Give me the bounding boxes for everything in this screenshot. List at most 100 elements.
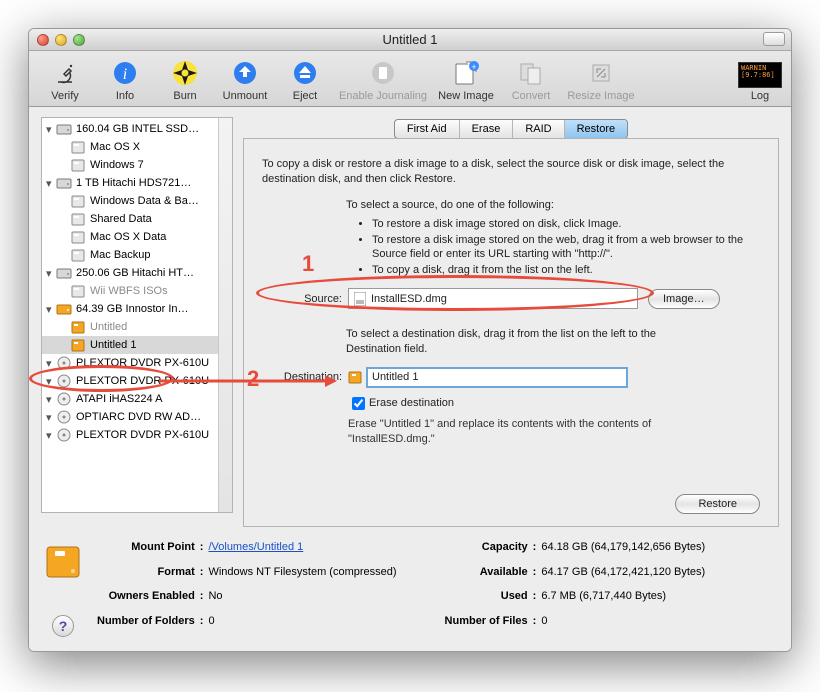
sidebar-item[interactable]: Mac OS X Data xyxy=(42,228,232,246)
sidebar-item[interactable]: ▾1 TB Hitachi HDS721… xyxy=(42,174,232,192)
sidebar-item[interactable]: Untitled 1 xyxy=(42,336,232,354)
vol-icon xyxy=(70,248,86,262)
optical-icon xyxy=(56,392,72,406)
destination-label: Destination: xyxy=(262,371,342,383)
sidebar-item[interactable]: ▾160.04 GB INTEL SSD… xyxy=(42,120,232,138)
convert-icon xyxy=(516,58,546,88)
new-image-button[interactable]: + New Image xyxy=(433,50,499,102)
dmg-icon xyxy=(353,292,367,306)
mount-point-link[interactable]: /Volumes/Untitled 1 xyxy=(208,541,303,553)
vol-icon xyxy=(70,212,86,226)
sidebar-item-label: 64.39 GB Innostor In… xyxy=(76,303,189,315)
toolbar-toggle-button[interactable] xyxy=(763,32,785,46)
sidebar-item[interactable]: Windows 7 xyxy=(42,156,232,174)
svg-text:i: i xyxy=(123,66,127,83)
unmount-icon xyxy=(230,58,260,88)
sidebar-item-label: Untitled 1 xyxy=(90,339,136,351)
source-help-head: To select a source, do one of the follow… xyxy=(262,199,760,211)
sidebar-item-label: 160.04 GB INTEL SSD… xyxy=(76,123,199,135)
sidebar-item-label: PLEXTOR DVDR PX-610U xyxy=(76,357,209,369)
restore-button[interactable]: Restore xyxy=(675,494,760,514)
sidebar-item-label: 250.06 GB Hitachi HT… xyxy=(76,267,194,279)
eject-button[interactable]: Eject xyxy=(277,50,333,102)
sidebar-item[interactable]: ▾PLEXTOR DVDR PX-610U xyxy=(42,372,232,390)
source-help-bullet: To copy a disk, drag it from the list on… xyxy=(372,263,760,278)
vol-icon xyxy=(70,158,86,172)
resize-image-button: Resize Image xyxy=(563,50,639,102)
sidebar-item-label: Wii WBFS ISOs xyxy=(90,285,168,297)
vol-icon xyxy=(70,194,86,208)
vol-icon xyxy=(70,230,86,244)
sidebar-item-label: Mac OS X Data xyxy=(90,231,166,243)
new-image-icon: + xyxy=(451,58,481,88)
disk-icon xyxy=(56,122,72,136)
burn-button[interactable]: Burn xyxy=(157,50,213,102)
source-field[interactable]: InstallESD.dmg xyxy=(348,288,638,309)
erase-destination-label: Erase destination xyxy=(369,397,454,409)
restore-pane: To copy a disk or restore a disk image t… xyxy=(243,138,779,527)
disk-utility-window: Untitled 1 Verify i Info Burn Unmount Ej… xyxy=(28,28,792,652)
erase-help-text: Erase "Untitled 1" and replace its conte… xyxy=(348,417,728,447)
sidebar-item[interactable]: Shared Data xyxy=(42,210,232,228)
sidebar-item[interactable]: Mac Backup xyxy=(42,246,232,264)
source-help-bullet: To restore a disk image stored on disk, … xyxy=(372,217,760,232)
burn-icon xyxy=(170,58,200,88)
sidebar-item-label: PLEXTOR DVDR PX-610U xyxy=(76,429,209,441)
unmount-button[interactable]: Unmount xyxy=(217,50,273,102)
sidebar-item[interactable]: Untitled xyxy=(42,318,232,336)
device-sidebar[interactable]: ▾160.04 GB INTEL SSD… Mac OS X Windows 7 ▾1… xyxy=(41,117,233,513)
eject-icon xyxy=(290,58,320,88)
intro-text: To copy a disk or restore a disk image t… xyxy=(262,157,760,187)
verify-button[interactable]: Verify xyxy=(37,50,93,102)
dest-help: To select a destination disk, drag it fr… xyxy=(262,327,662,357)
sidebar-item-label: Windows 7 xyxy=(90,159,144,171)
sidebar-item-label: Shared Data xyxy=(90,213,152,225)
image-button[interactable]: Image… xyxy=(648,289,720,309)
sidebar-item-label: ATAPI iHAS224 A xyxy=(76,393,162,405)
external-drive-icon xyxy=(348,370,362,384)
tab-bar: First Aid Erase RAID Restore xyxy=(243,119,779,139)
tab-restore[interactable]: Restore xyxy=(565,120,628,138)
tab-first-aid[interactable]: First Aid xyxy=(395,120,460,138)
disk-icon xyxy=(56,176,72,190)
window-title: Untitled 1 xyxy=(29,32,791,47)
erase-destination-checkbox[interactable] xyxy=(352,397,365,410)
sidebar-item-label: PLEXTOR DVDR PX-610U xyxy=(76,375,209,387)
convert-button: Convert xyxy=(503,50,559,102)
sidebar-item[interactable]: ▾OPTIARC DVD RW AD… xyxy=(42,408,232,426)
sidebar-item[interactable]: ▾ATAPI iHAS224 A xyxy=(42,390,232,408)
optical-icon xyxy=(56,374,72,388)
titlebar: Untitled 1 xyxy=(29,29,791,51)
info-icon: i xyxy=(110,58,140,88)
source-help-bullet: To restore a disk image stored on the we… xyxy=(372,233,760,263)
sidebar-item-label: Windows Data & Ba… xyxy=(90,195,199,207)
optical-icon xyxy=(56,410,72,424)
help-button[interactable]: ? xyxy=(52,615,74,637)
sidebar-item[interactable]: ▾PLEXTOR DVDR PX-610U xyxy=(42,426,232,444)
sidebar-scrollbar[interactable] xyxy=(218,118,232,512)
sidebar-item[interactable]: ▾PLEXTOR DVDR PX-610U xyxy=(42,354,232,372)
sidebar-item[interactable]: Mac OS X xyxy=(42,138,232,156)
log-icon: WARNIN[9.7:86] xyxy=(738,62,782,88)
extdisk-icon xyxy=(56,302,72,316)
resize-icon xyxy=(586,58,616,88)
sidebar-item-label: Mac OS X xyxy=(90,141,140,153)
tab-raid[interactable]: RAID xyxy=(513,120,564,138)
sidebar-item[interactable]: Wii WBFS ISOs xyxy=(42,282,232,300)
sidebar-item[interactable]: Windows Data & Ba… xyxy=(42,192,232,210)
source-label: Source: xyxy=(262,293,342,305)
optical-icon xyxy=(56,428,72,442)
sidebar-item-label: 1 TB Hitachi HDS721… xyxy=(76,177,191,189)
svg-text:+: + xyxy=(471,62,476,72)
info-button[interactable]: i Info xyxy=(97,50,153,102)
tab-erase[interactable]: Erase xyxy=(460,120,514,138)
sidebar-item[interactable]: ▾64.39 GB Innostor In… xyxy=(42,300,232,318)
external-drive-large-icon xyxy=(43,541,83,581)
info-footer: ? Mount Point:/Volumes/Untitled 1 Format… xyxy=(29,533,791,651)
sidebar-item-label: Untitled xyxy=(90,321,127,333)
log-button[interactable]: WARNIN[9.7:86] Log xyxy=(737,50,783,102)
disk-icon xyxy=(56,266,72,280)
destination-field[interactable]: Untitled 1 xyxy=(366,367,628,388)
enable-journaling-button: Enable Journaling xyxy=(337,50,429,102)
sidebar-item[interactable]: ▾250.06 GB Hitachi HT… xyxy=(42,264,232,282)
